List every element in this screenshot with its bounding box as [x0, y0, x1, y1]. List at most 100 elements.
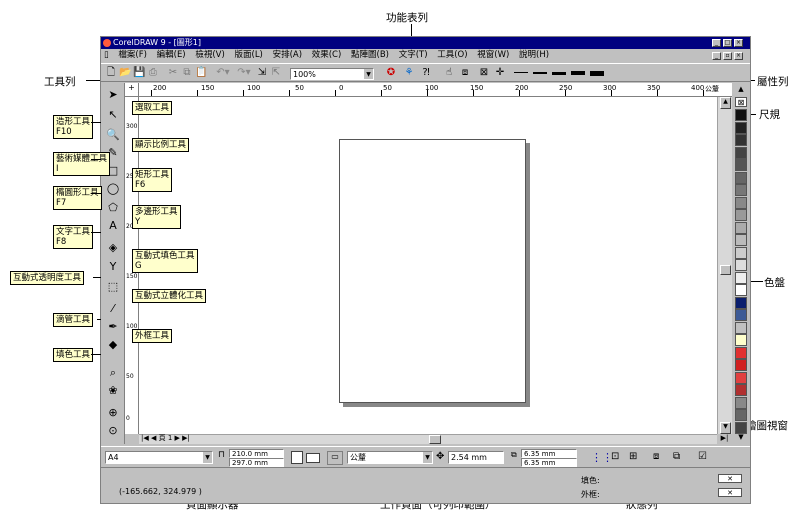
scroll-thumb[interactable] [429, 435, 441, 444]
color-swatch[interactable] [735, 409, 747, 421]
snap-objects-icon[interactable]: ⊞ [629, 451, 637, 462]
menu-effects[interactable]: 效果(C) [312, 50, 342, 60]
color-swatch[interactable] [735, 246, 747, 259]
menu-view[interactable]: 檢視(V) [195, 50, 224, 60]
menu-bitmaps[interactable]: 點陣圖(B) [351, 50, 389, 60]
ellipse-tool-icon[interactable]: ◯ [105, 181, 121, 196]
close-button[interactable]: × [734, 39, 743, 47]
outline-tool-icon[interactable]: ✒ [105, 319, 121, 334]
color-swatch[interactable] [735, 346, 747, 359]
color-swatch[interactable] [735, 309, 747, 321]
minimize-button[interactable]: _ [712, 39, 721, 47]
portrait-icon[interactable] [291, 451, 303, 464]
nudge-field[interactable]: 2.54 mm [448, 451, 504, 464]
pointer-tool-icon[interactable]: ☝ [443, 66, 455, 80]
scroll-thumb[interactable] [720, 265, 731, 275]
color-swatch[interactable] [735, 196, 747, 209]
cut-icon[interactable]: ✂ [167, 66, 179, 80]
outline-medium-icon[interactable] [533, 72, 547, 74]
color-swatch[interactable] [735, 159, 747, 171]
shape-tool-icon[interactable]: ↖ [105, 107, 121, 122]
no-outline-icon[interactable]: ⊠ [478, 66, 490, 80]
color-swatch[interactable] [735, 109, 747, 121]
outline-heaviest-icon[interactable] [590, 71, 604, 76]
palette-down-icon[interactable]: ▼ [735, 433, 747, 442]
no-color-swatch[interactable]: ⊠ [735, 97, 747, 107]
menu-layout[interactable]: 版面(L) [235, 50, 263, 60]
color-swatch[interactable] [735, 421, 747, 434]
color-swatch[interactable] [735, 171, 747, 184]
copy-icon[interactable]: ⧉ [181, 66, 193, 80]
drawing-window[interactable] [139, 97, 717, 434]
hand-icon[interactable]: ⊙ [105, 423, 121, 438]
color-swatch[interactable] [735, 384, 747, 396]
new-icon[interactable]: 🗋 [105, 66, 117, 80]
menu-file[interactable]: 檔案(F) [118, 50, 147, 60]
menu-edit[interactable]: 編輯(E) [157, 50, 186, 60]
doc-restore-button[interactable]: ▫ [723, 52, 732, 60]
print-icon[interactable]: ⎙ [147, 66, 159, 80]
outline-heavier-icon[interactable] [571, 71, 585, 75]
color-swatch[interactable] [735, 284, 747, 296]
hairline-icon[interactable]: ✛ [494, 66, 506, 80]
menu-arrange[interactable]: 安排(A) [273, 50, 302, 60]
snap-guides-icon[interactable]: ⊡ [611, 451, 619, 462]
color-swatch[interactable] [735, 321, 747, 334]
snap-grid-icon[interactable]: ⋮⋮ [591, 451, 613, 464]
outline-thin-icon[interactable] [514, 72, 528, 73]
color-swatch[interactable] [735, 146, 747, 159]
menu-help[interactable]: 說明(H) [519, 50, 549, 60]
treat-as-filled-icon[interactable]: ⧈ [653, 451, 659, 462]
chevron-down-icon[interactable]: ▼ [203, 452, 212, 463]
page-tab[interactable]: 頁 1 [159, 434, 173, 442]
color-swatch[interactable] [735, 234, 747, 246]
menu-text[interactable]: 文字(T) [399, 50, 428, 60]
menu-tools[interactable]: 工具(O) [437, 50, 467, 60]
paste-icon[interactable]: 📋 [195, 66, 207, 80]
scroll-up-button[interactable]: ▲ [720, 97, 731, 109]
doc-minimize-button[interactable]: _ [712, 52, 721, 60]
duplicate-x-field[interactable]: 6.35 mm [521, 449, 577, 458]
corel-online-icon[interactable]: ⚘ [402, 66, 416, 80]
color-swatch[interactable] [735, 121, 747, 134]
fill-none-swatch[interactable]: ✕ [718, 474, 742, 483]
horizontal-ruler[interactable]: 200 150 100 50 0 50 100 150 200 250 300 … [139, 83, 732, 97]
whats-this-icon[interactable]: ⁈ [419, 66, 433, 80]
last-page-icon[interactable]: ▶| [182, 434, 190, 442]
color-swatch[interactable] [735, 296, 747, 309]
to-front-icon[interactable]: ⧈ [459, 66, 471, 80]
text-tool-icon[interactable]: A [105, 218, 121, 233]
polygon-tool-icon[interactable]: ⬠ [105, 200, 121, 215]
color-swatch[interactable] [735, 221, 747, 234]
options-icon[interactable]: ☑ [698, 451, 707, 462]
landscape-icon[interactable] [306, 453, 320, 463]
doc-close-button[interactable]: × [734, 52, 743, 60]
maximize-button[interactable]: □ [723, 39, 732, 47]
zoom-tool-icon[interactable]: 🔍 [105, 127, 121, 142]
export-icon[interactable]: ⇱ [270, 66, 282, 80]
chevron-down-icon[interactable]: ▼ [364, 69, 373, 79]
application-launcher-icon[interactable]: ✪ [384, 66, 398, 80]
import-icon[interactable]: ⇲ [256, 66, 268, 80]
vertical-scrollbar[interactable]: ▲ ▼ [717, 97, 732, 434]
lens-icon[interactable]: ⌕ [105, 365, 121, 380]
palette-up-icon[interactable]: ▲ [735, 85, 747, 95]
web-icon[interactable]: ❀ [105, 383, 121, 398]
chevron-down-icon[interactable]: ▼ [423, 452, 432, 463]
zoom-combo[interactable]: 100% ▼ [290, 68, 374, 80]
color-swatch[interactable] [735, 334, 747, 346]
color-swatch[interactable] [735, 209, 747, 221]
outline-thick-icon[interactable] [552, 72, 566, 75]
interactive-fill-tool-icon[interactable]: ◈ [105, 240, 121, 255]
undo-icon[interactable]: ↶▾ [214, 66, 232, 80]
ruler-origin[interactable]: + [125, 83, 139, 97]
save-icon[interactable]: 💾 [133, 66, 145, 80]
page-height-field[interactable]: 297.0 mm [229, 458, 284, 467]
pick-tool-icon[interactable]: ➤ [105, 87, 121, 102]
redo-icon[interactable]: ↷▾ [235, 66, 253, 80]
color-swatch[interactable] [735, 396, 747, 409]
color-swatch[interactable] [735, 371, 747, 384]
open-icon[interactable]: 📂 [119, 66, 131, 80]
extrude-tool-icon[interactable]: ⬚ [105, 279, 121, 294]
zoom-in-icon[interactable]: ⊕ [105, 405, 121, 420]
